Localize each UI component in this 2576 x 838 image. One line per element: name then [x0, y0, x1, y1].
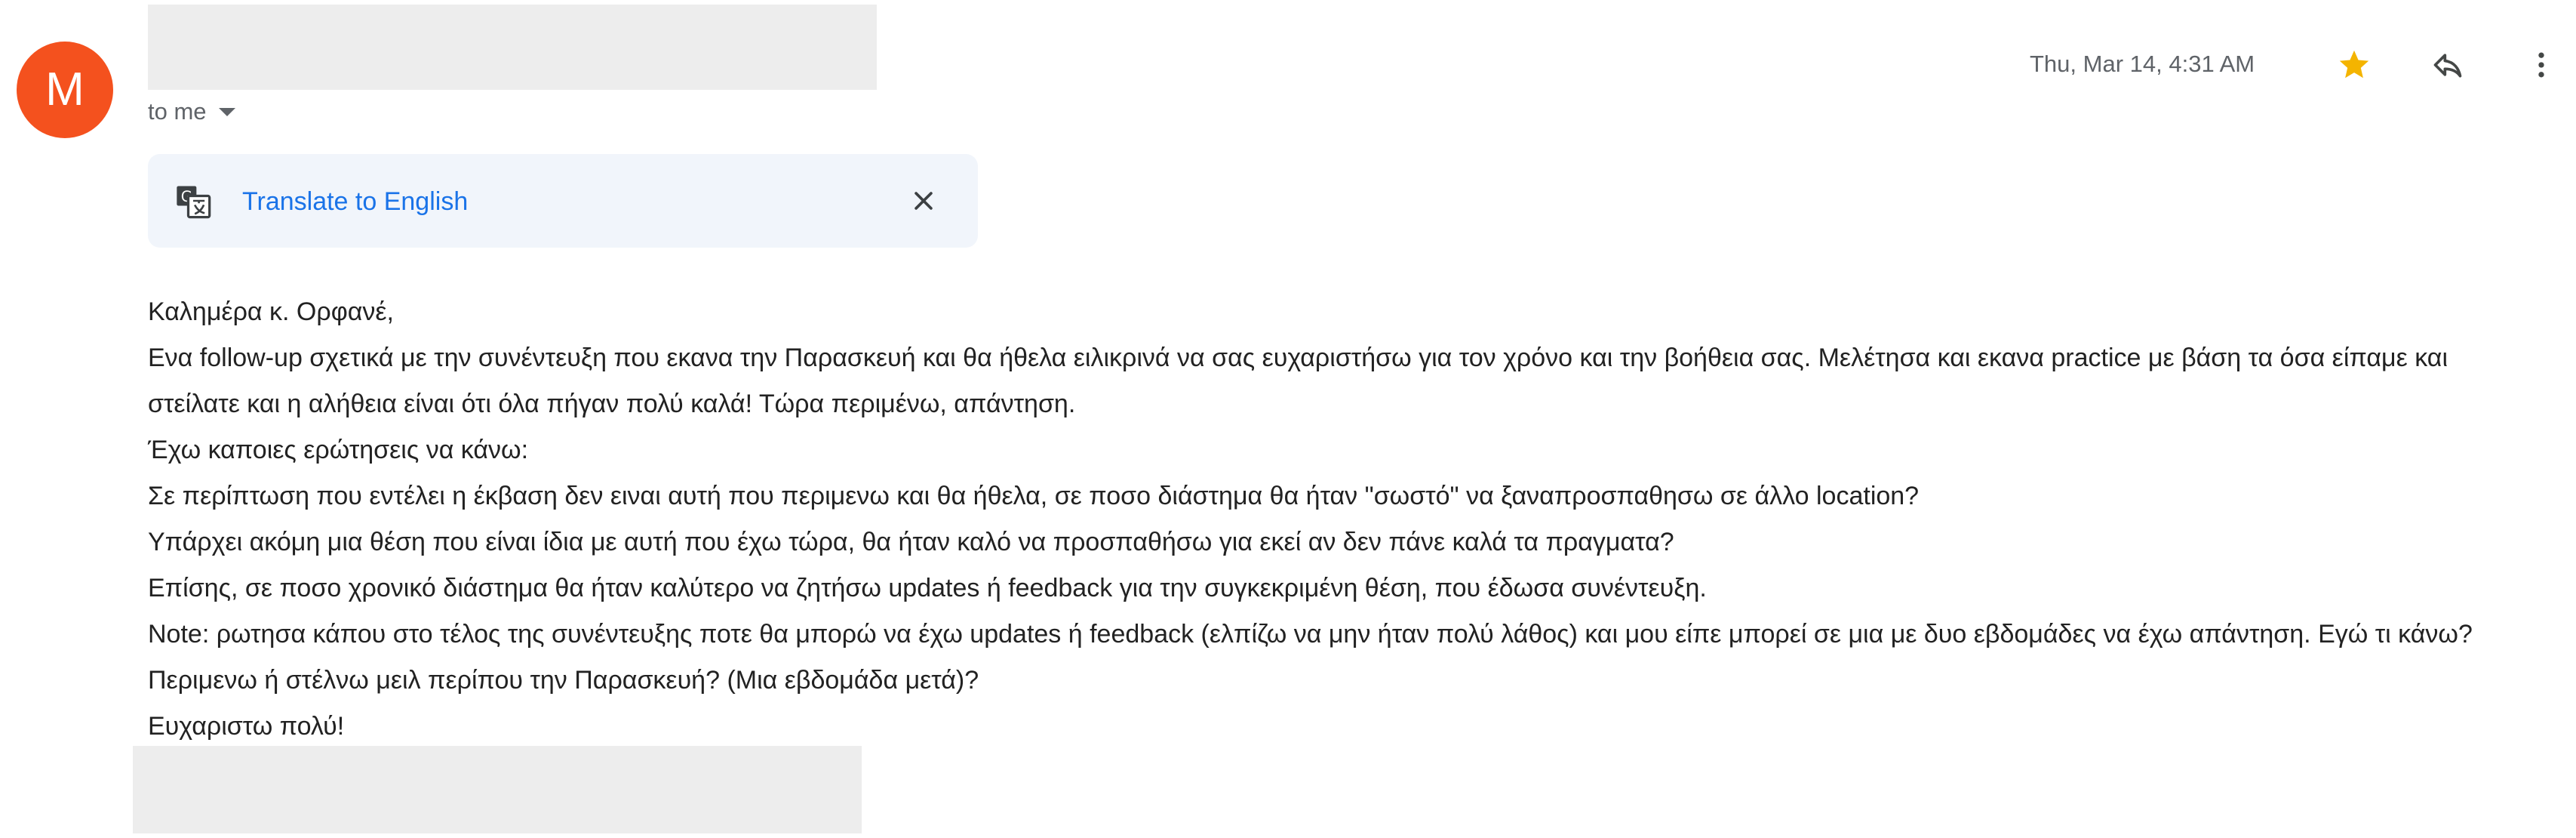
- message-note: Note: ρωτησα κάπου στο τέλος της συνέντε…: [148, 620, 2473, 695]
- message-closing: Ευχαριστω πολύ!: [148, 712, 345, 741]
- star-icon-svg: [2339, 50, 2369, 79]
- sender-name-redacted: [148, 5, 877, 90]
- message-body: Καλημέρα κ. Ορφανέ, Ενα follow-up σχετικ…: [148, 289, 2540, 750]
- sender-avatar: M: [17, 42, 113, 138]
- reply-icon[interactable]: [2427, 44, 2469, 86]
- translate-to-english-link[interactable]: Translate to English: [242, 183, 468, 220]
- message-paragraph: Ενα follow-up σχετικά με την συνέντευξη …: [148, 344, 2448, 418]
- message-question: Επίσης, σε ποσο χρονικό διάστημα θα ήταν…: [148, 574, 1707, 602]
- message-question: Υπάρχει ακόμη μια θέση που είναι ίδια με…: [148, 528, 1674, 556]
- translate-icon: G: [174, 181, 213, 220]
- signature-redacted: [133, 746, 862, 833]
- recipient-details-caret-icon[interactable]: [218, 107, 235, 116]
- translate-bar: G Translate to English: [148, 154, 978, 248]
- more-vert-icon[interactable]: [2520, 44, 2562, 86]
- message-greeting: Καλημέρα κ. Ορφανέ,: [148, 297, 395, 326]
- message-timestamp: Thu, Mar 14, 4:31 AM: [2030, 51, 2255, 77]
- message-question: Σε περίπτωση που εντέλει η έκβαση δεν ει…: [148, 482, 1920, 510]
- recipient-label: to me: [148, 98, 207, 125]
- star-icon[interactable]: [2333, 44, 2375, 86]
- recipient-line[interactable]: to me: [148, 95, 235, 128]
- more-vert-icon-svg: [2538, 52, 2544, 78]
- close-icon[interactable]: [904, 181, 943, 220]
- message-questions-intro: Έχω καποιες ερώτησεις να κάνω:: [148, 436, 529, 464]
- reply-icon-svg: [2433, 54, 2462, 78]
